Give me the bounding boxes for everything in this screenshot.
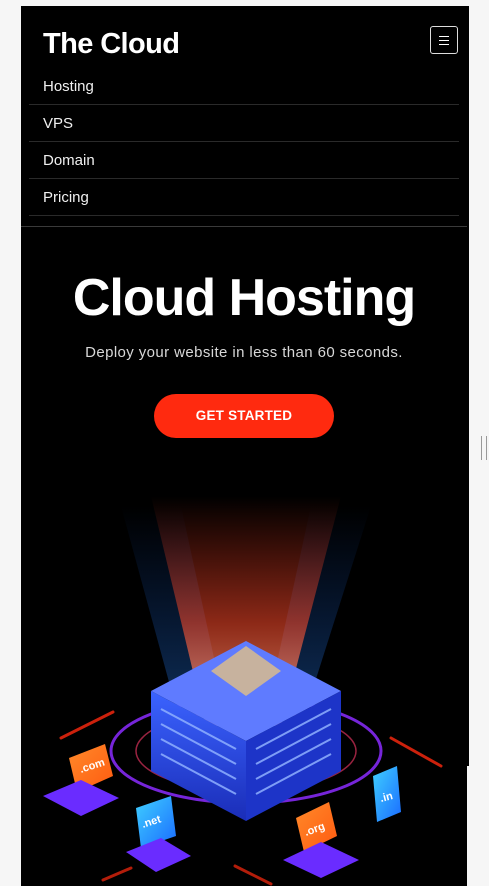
page-frame: The Cloud Hosting VPS Domain Pricing Clo… [21,6,467,886]
hero-title: Cloud Hosting [72,269,416,327]
frame-edge [467,6,469,766]
nav-item-hosting[interactable]: Hosting [29,68,459,105]
laptop-org: .org [283,802,359,878]
brand-logo[interactable]: The Cloud [43,28,180,61]
laptop-com: .com [43,744,119,816]
main-nav: Hosting VPS Domain Pricing [29,68,459,216]
get-started-button[interactable]: GET STARTED [154,394,334,438]
header-divider [21,226,467,227]
resize-handle[interactable] [481,436,487,460]
nav-item-domain[interactable]: Domain [29,142,459,179]
tablet-in: .in [373,766,401,822]
hamburger-menu-icon [439,36,449,38]
laptop-net: .net [126,796,191,872]
hero-subtitle: Deploy your website in less than 60 seco… [85,344,403,361]
cloud-server-illustration: .com .net .org .in [43,496,443,886]
nav-item-vps[interactable]: VPS [29,105,459,142]
nav-item-pricing[interactable]: Pricing [29,179,459,216]
hamburger-menu-button[interactable] [430,26,458,54]
